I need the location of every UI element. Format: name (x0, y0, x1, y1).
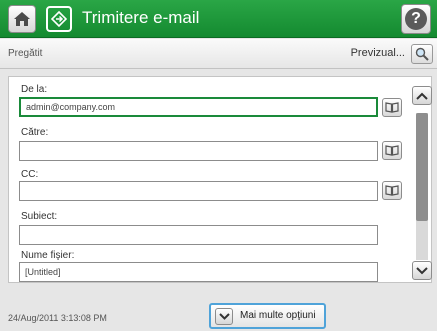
preview-button[interactable] (411, 44, 433, 64)
scroll-down-button[interactable] (412, 261, 432, 280)
from-address-book-button[interactable] (382, 98, 402, 117)
to-address-book-button[interactable] (382, 141, 402, 160)
title-bar: Trimitere e-mail ? (0, 0, 437, 38)
scrollbar-thumb[interactable] (416, 113, 428, 221)
more-options-button[interactable]: Mai multe opţiuni (209, 303, 326, 329)
to-field[interactable] (19, 141, 378, 161)
cc-address-book-button[interactable] (382, 181, 402, 200)
more-options-label: Mai multe opţiuni (240, 310, 316, 321)
status-bar: Pregătit Previzual... (0, 39, 437, 69)
subject-label: Subiect: (21, 211, 58, 222)
cc-field[interactable] (19, 181, 378, 201)
help-button[interactable]: ? (401, 4, 431, 34)
home-button[interactable] (8, 5, 36, 33)
filename-label: Nume fişier: (21, 250, 75, 261)
preview-label[interactable]: Previzual... (351, 47, 405, 59)
chevron-up-icon (416, 92, 428, 100)
subject-field[interactable] (19, 225, 378, 245)
email-send-icon (46, 6, 72, 32)
to-label: Către: (21, 127, 49, 138)
address-book-icon (385, 145, 399, 156)
address-book-icon (385, 185, 399, 196)
address-book-icon (385, 102, 399, 113)
scroll-up-button[interactable] (412, 86, 432, 105)
help-icon: ? (405, 8, 427, 30)
chevron-down-icon (215, 308, 233, 325)
magnifier-icon (415, 47, 429, 61)
cc-label: CC: (21, 169, 39, 180)
from-label: De la: (21, 84, 48, 95)
home-icon (14, 12, 30, 26)
page-title: Trimitere e-mail (82, 8, 200, 27)
filename-field[interactable]: [Untitled] (19, 262, 378, 282)
scrollbar-track[interactable] (416, 113, 428, 260)
timestamp: 24/Aug/2011 3:13:08 PM (8, 313, 107, 323)
chevron-down-icon (416, 266, 428, 274)
status-text: Pregătit (8, 48, 43, 59)
email-form-panel: De la: admin@company.com Către: CC: Subi… (8, 76, 432, 283)
from-field[interactable]: admin@company.com (19, 97, 378, 117)
